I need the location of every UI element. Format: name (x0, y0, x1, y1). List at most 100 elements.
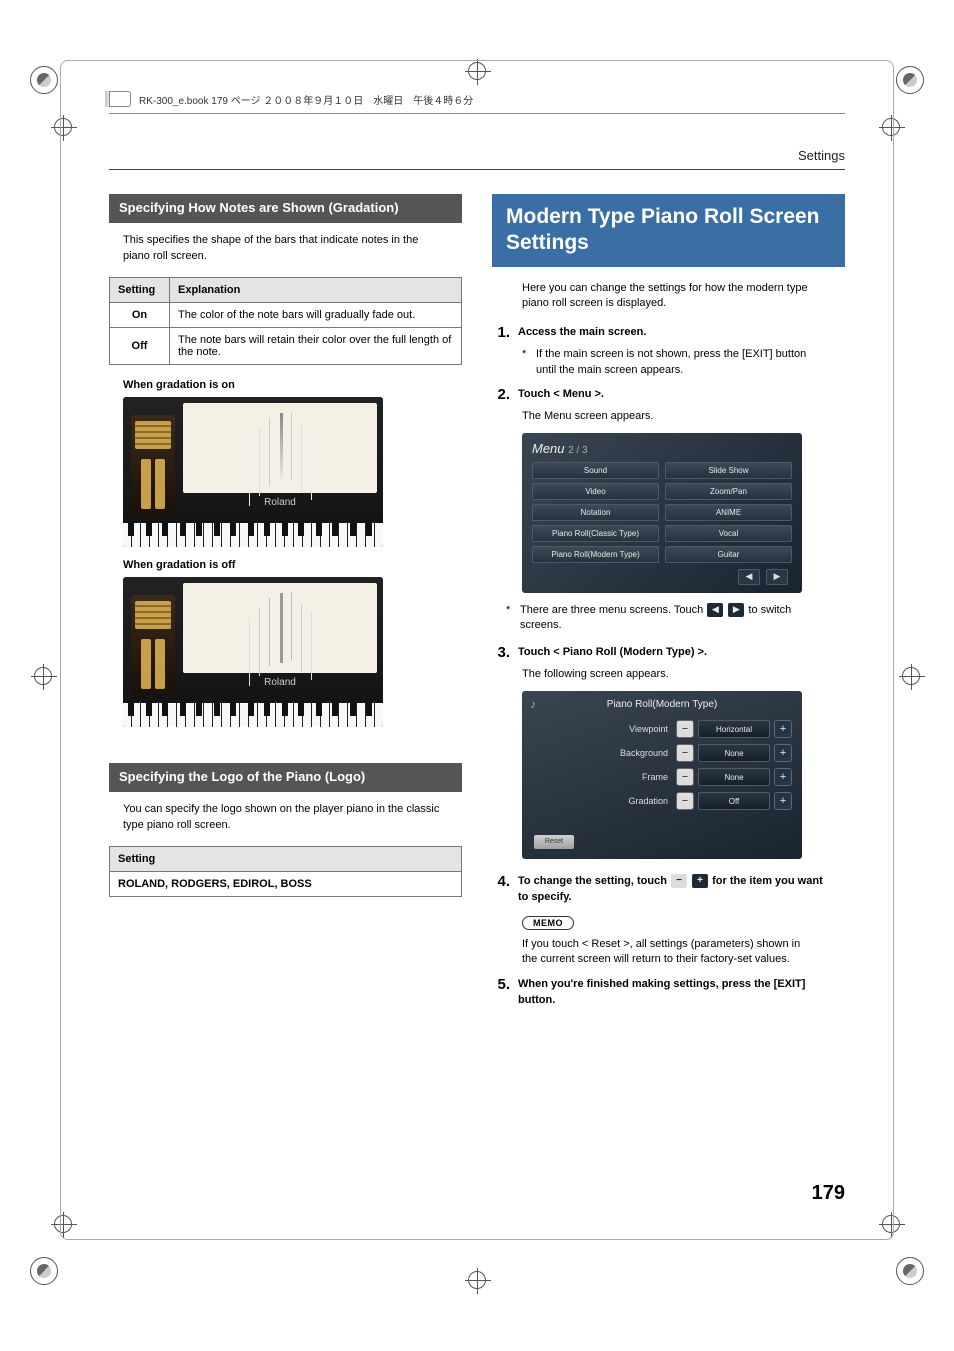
book-header: RK-300_e.book 179 ページ ２００８年９月１０日 水曜日 午後４… (109, 91, 845, 107)
header-rule (109, 113, 845, 114)
logo-intro: You can specify the logo shown on the pl… (123, 802, 448, 834)
right-column: Modern Type Piano Roll Screen Settings H… (492, 194, 845, 1015)
menu-prev-button[interactable]: ◀ (738, 569, 760, 585)
menu-item-button[interactable]: Notation (532, 504, 659, 521)
step-label: Touch < Piano Roll (Modern Type) >. (518, 644, 707, 661)
decrease-button[interactable]: − (676, 720, 694, 738)
asterisk-icon: * (506, 603, 514, 635)
piano-icon (131, 415, 175, 515)
setting-on-explanation: The color of the note bars will graduall… (170, 302, 462, 327)
print-mark (30, 66, 58, 94)
menu-item-button[interactable]: ANIME (665, 504, 792, 521)
memo-badge: MEMO (522, 916, 574, 930)
print-mark (34, 667, 52, 685)
main-heading: Modern Type Piano Roll Screen Settings (492, 194, 845, 267)
print-mark (896, 66, 924, 94)
step-1-note: * If the main screen is not shown, press… (522, 347, 817, 378)
setting-value: Off (698, 792, 770, 810)
menu-title-text: Menu (532, 441, 565, 456)
memo-text: If you touch < Reset >, all settings (pa… (522, 937, 817, 968)
step-1: 1. Access the main screen. (492, 324, 831, 341)
step-number: 5. (492, 976, 510, 1009)
step-2-sub: The Menu screen appears. (522, 409, 817, 424)
increase-button[interactable]: + (774, 744, 792, 762)
menu-item-button[interactable]: Piano Roll(Classic Type) (532, 525, 659, 542)
step-number: 3. (492, 644, 510, 661)
table-header-explanation: Explanation (170, 277, 462, 302)
content-columns: Specifying How Notes are Shown (Gradatio… (109, 194, 845, 1015)
print-mark (896, 1257, 924, 1285)
page-frame: RK-300_e.book 179 ページ ２００８年９月１０日 水曜日 午後４… (60, 60, 894, 1240)
menu-item-button[interactable]: Piano Roll(Modern Type) (532, 546, 659, 563)
menu-item-button[interactable]: Sound (532, 462, 659, 479)
page-number: 179 (812, 1182, 845, 1205)
screenshot-gradation-off: Roland (123, 577, 383, 727)
modern-intro: Here you can change the settings for how… (522, 281, 831, 313)
setting-on-label: On (110, 302, 170, 327)
piano-roll-area (183, 403, 377, 493)
setting-label: Frame (532, 772, 676, 782)
modern-screen-title: Piano Roll(Modern Type) (532, 699, 792, 710)
print-mark (468, 1271, 486, 1289)
increase-button[interactable]: + (774, 768, 792, 786)
asterisk-icon: * (522, 347, 530, 378)
setting-value: None (698, 768, 770, 786)
step-4-label-pre: To change the setting, touch (518, 875, 667, 887)
left-column: Specifying How Notes are Shown (Gradatio… (109, 194, 462, 1015)
screenshot-logo: Roland (183, 677, 377, 688)
print-mark (30, 1257, 58, 1285)
menu-page-indicator: 2 / 3 (568, 445, 587, 456)
decrease-button[interactable]: − (676, 792, 694, 810)
screenshot-modern-settings: ♪ Piano Roll(Modern Type) Viewpoint−Hori… (522, 691, 802, 859)
piano-icon (131, 595, 175, 695)
menu-item-button[interactable]: Video (532, 483, 659, 500)
setting-off-explanation: The note bars will retain their color ov… (170, 327, 462, 364)
menu-switch-note: * There are three menu screens. Touch ◀ … (506, 603, 817, 635)
setting-value: None (698, 744, 770, 762)
inline-next-icon: ▶ (728, 603, 744, 617)
increase-button[interactable]: + (774, 792, 792, 810)
music-note-icon: ♪ (530, 697, 536, 711)
setting-label: Viewpoint (532, 724, 676, 734)
step-label: Access the main screen. (518, 324, 646, 341)
step-label: Touch < Menu >. (518, 386, 604, 403)
reset-button[interactable]: Reset (534, 835, 574, 849)
decrease-button[interactable]: − (676, 744, 694, 762)
step-1-note-text: If the main screen is not shown, press t… (536, 347, 817, 378)
table-header-setting: Setting (110, 277, 170, 302)
step-number: 1. (492, 324, 510, 341)
menu-item-button[interactable]: Vocal (665, 525, 792, 542)
running-header: Settings (109, 148, 845, 170)
menu-next-button[interactable]: ▶ (766, 569, 788, 585)
decrease-button[interactable]: − (676, 768, 694, 786)
menu-note-text: There are three menu screens. Touch ◀ ▶ … (520, 603, 817, 635)
setting-off-label: Off (110, 327, 170, 364)
increase-button[interactable]: + (774, 720, 792, 738)
step-number: 4. (492, 873, 510, 906)
gradation-intro: This specifies the shape of the bars tha… (123, 233, 448, 265)
menu-note-pre: There are three menu screens. Touch (520, 604, 703, 616)
setting-label: Background (532, 748, 676, 758)
section-title-gradation: Specifying How Notes are Shown (Gradatio… (109, 194, 462, 223)
screenshot-menu: Menu 2 / 3 Sound Slide Show Video Zoom/Pan N… (522, 433, 802, 593)
section-title-logo: Specifying the Logo of the Piano (Logo) (109, 763, 462, 792)
menu-item-button[interactable]: Slide Show (665, 462, 792, 479)
screenshot-logo: Roland (183, 497, 377, 508)
step-4: 4. To change the setting, touch − + for … (492, 873, 831, 906)
screenshot-gradation-on: Roland (123, 397, 383, 547)
step-label: When you're finished making settings, pr… (518, 976, 831, 1009)
step-5: 5. When you're finished making settings,… (492, 976, 831, 1009)
menu-item-button[interactable]: Guitar (665, 546, 792, 563)
menu-item-button[interactable]: Zoom/Pan (665, 483, 792, 500)
inline-plus-icon: + (692, 874, 708, 888)
step-3: 3. Touch < Piano Roll (Modern Type) >. (492, 644, 831, 661)
step-2: 2. Touch < Menu >. (492, 386, 831, 403)
step-3-sub: The following screen appears. (522, 667, 817, 682)
modern-setting-row: Gradation−Off+ (532, 792, 792, 810)
menu-title: Menu 2 / 3 (532, 441, 792, 456)
logo-table: Setting ROLAND, RODGERS, EDIROL, BOSS (109, 846, 462, 897)
inline-prev-icon: ◀ (707, 603, 723, 617)
setting-label: Gradation (532, 796, 676, 806)
caption-gradation-on: When gradation is on (123, 379, 462, 391)
step-label: To change the setting, touch − + for the… (518, 873, 831, 906)
